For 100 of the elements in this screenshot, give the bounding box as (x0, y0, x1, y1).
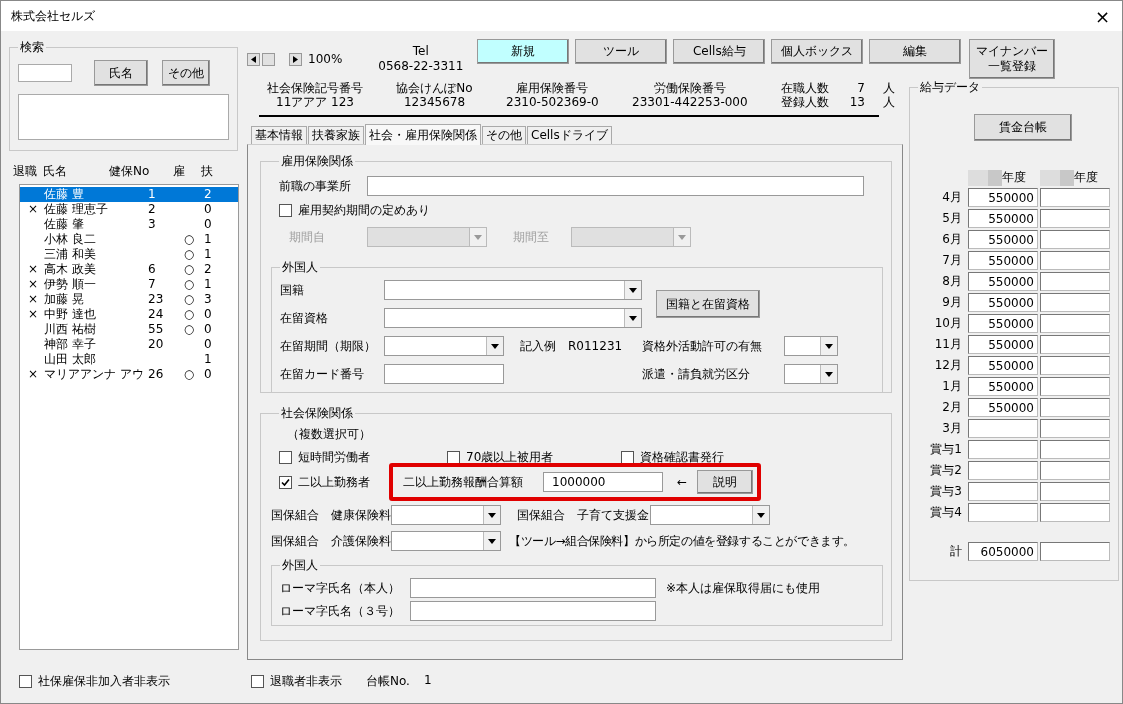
salary-cell[interactable] (1040, 482, 1110, 501)
search-button[interactable]: 氏名 (94, 60, 148, 86)
total-cell[interactable]: 6050000 (968, 542, 1038, 561)
salary-cell[interactable] (1040, 461, 1110, 480)
salary-cell[interactable] (1040, 314, 1110, 333)
search-field[interactable] (18, 64, 72, 82)
scroll-thumb[interactable] (262, 52, 275, 66)
dropdown-field[interactable] (384, 280, 642, 300)
tab[interactable]: 社会・雇用保険関係 (365, 124, 481, 145)
text-field[interactable] (410, 601, 656, 621)
text-field[interactable] (367, 176, 864, 196)
field-label: 国保組合 健康保険料 (271, 506, 391, 524)
month-label: 2月 (941, 399, 963, 416)
employee-row[interactable]: × 佐藤 理恵子 2 0 (20, 202, 238, 217)
month-label: 賞与2 (929, 462, 963, 479)
info-value: 2310-502369-0 (506, 95, 599, 109)
employee-row[interactable]: 小林 良二 ○ 1 (20, 232, 238, 247)
salary-cell[interactable] (1040, 293, 1110, 312)
explain-button[interactable]: 説明 (697, 470, 754, 494)
salary-cell[interactable] (1040, 440, 1110, 459)
group-title: 雇用保険関係 (280, 153, 354, 170)
toolbar-button[interactable]: Cells給与 (673, 39, 766, 64)
field-label: 記入例 R011231 (520, 337, 624, 355)
checkbox[interactable] (279, 475, 292, 489)
salary-cell[interactable]: 550000 (968, 188, 1038, 207)
salary-cell[interactable]: 550000 (968, 377, 1038, 396)
dropdown-field[interactable] (391, 505, 501, 525)
group-title: 外国人 (281, 259, 319, 276)
checkbox-label: 資格確認書発行 (640, 449, 724, 466)
employee-row[interactable]: 三浦 和美 ○ 1 (20, 247, 238, 262)
toolbar-button[interactable]: 編集 (869, 39, 962, 64)
salary-cell[interactable] (1040, 356, 1110, 375)
close-button[interactable]: × (1090, 5, 1114, 27)
salary-cell[interactable] (1040, 251, 1110, 270)
salary-cell[interactable]: 550000 (968, 209, 1038, 228)
caret-icon (757, 512, 765, 518)
salary-cell[interactable] (968, 419, 1038, 438)
field-label: ローマ字氏名（本人） (280, 579, 401, 597)
tab[interactable]: その他 (482, 126, 526, 144)
scroll-right-button[interactable] (289, 52, 302, 66)
toolbar-button[interactable]: ツール (575, 39, 668, 64)
toolbar-button[interactable]: 個人ボックス (771, 39, 864, 64)
salary-cell[interactable]: 550000 (968, 251, 1038, 270)
group-title: 検索 (19, 39, 45, 56)
search-button[interactable]: その他 (162, 60, 210, 86)
employee-row[interactable]: × 加藤 晃 23 ○ 3 (20, 292, 238, 307)
salary-cell[interactable] (1040, 272, 1110, 291)
text-field[interactable]: 1000000 (543, 472, 663, 492)
salary-cell[interactable]: 550000 (968, 293, 1038, 312)
salary-cell[interactable]: 550000 (968, 356, 1038, 375)
checkbox[interactable] (279, 451, 292, 464)
dropdown-field[interactable] (784, 364, 838, 384)
salary-cell[interactable] (1040, 398, 1110, 417)
wage-ledger-button[interactable]: 賃金台帳 (974, 114, 1072, 141)
salary-cell[interactable] (1040, 209, 1110, 228)
checkbox[interactable] (279, 204, 292, 217)
salary-cell[interactable]: 550000 (968, 398, 1038, 417)
checkbox[interactable] (251, 674, 264, 688)
salary-cell[interactable] (968, 440, 1038, 459)
employee-row[interactable]: × 伊勢 順一 7 ○ 1 (20, 277, 238, 292)
nationality-status-button[interactable]: 国籍と在留資格 (656, 290, 760, 318)
salary-cell[interactable] (1040, 377, 1110, 396)
salary-cell[interactable]: 550000 (968, 230, 1038, 249)
salary-cell[interactable] (968, 503, 1038, 522)
dropdown-field[interactable] (391, 531, 501, 551)
dropdown-field[interactable] (384, 308, 642, 328)
employee-row[interactable]: × マリアアンナ アウ 26 ○ 0 (20, 367, 238, 382)
salary-cell[interactable] (1040, 188, 1110, 207)
salary-cell[interactable] (968, 461, 1038, 480)
employee-row[interactable]: × 中野 達也 24 ○ 0 (20, 307, 238, 322)
salary-cell[interactable] (1040, 335, 1110, 354)
employee-row[interactable]: 山田 太郎 1 (20, 352, 238, 367)
salary-cell[interactable] (1040, 503, 1110, 522)
redacted-year (968, 169, 1002, 186)
tab[interactable]: 基本情報 (251, 126, 307, 144)
employee-row[interactable]: 神部 幸子 20 0 (20, 337, 238, 352)
dropdown-field[interactable] (650, 505, 770, 525)
tab[interactable]: Cellsドライブ (527, 126, 612, 144)
toolbar-button[interactable]: 新規 (477, 39, 570, 64)
text-field[interactable] (384, 364, 504, 384)
salary-cell[interactable]: 550000 (968, 314, 1038, 333)
salary-cell[interactable]: 550000 (968, 335, 1038, 354)
dropdown-field[interactable] (784, 336, 838, 356)
dropdown-field[interactable] (384, 336, 504, 356)
tab[interactable]: 扶養家族 (308, 126, 364, 144)
employee-row[interactable]: 川西 祐樹 55 ○ 0 (20, 322, 238, 337)
salary-cell[interactable] (1040, 419, 1110, 438)
total-cell[interactable] (1040, 542, 1110, 561)
salary-cell[interactable]: 550000 (968, 272, 1038, 291)
checkbox[interactable] (19, 675, 32, 688)
salary-cell[interactable] (1040, 230, 1110, 249)
toolbar-button[interactable]: マイナンバー一覧登録 (969, 39, 1056, 79)
employee-row[interactable]: 佐藤 肇 3 0 (20, 217, 238, 232)
count-value: 13 (848, 95, 865, 109)
employee-row[interactable]: 佐藤 豊 1 2 (20, 187, 238, 202)
text-field[interactable] (410, 578, 656, 598)
scroll-left-button[interactable] (247, 52, 260, 66)
zoom-level: 100% (308, 52, 343, 66)
employee-row[interactable]: × 高木 政美 6 ○ 2 (20, 262, 238, 277)
salary-cell[interactable] (968, 482, 1038, 501)
